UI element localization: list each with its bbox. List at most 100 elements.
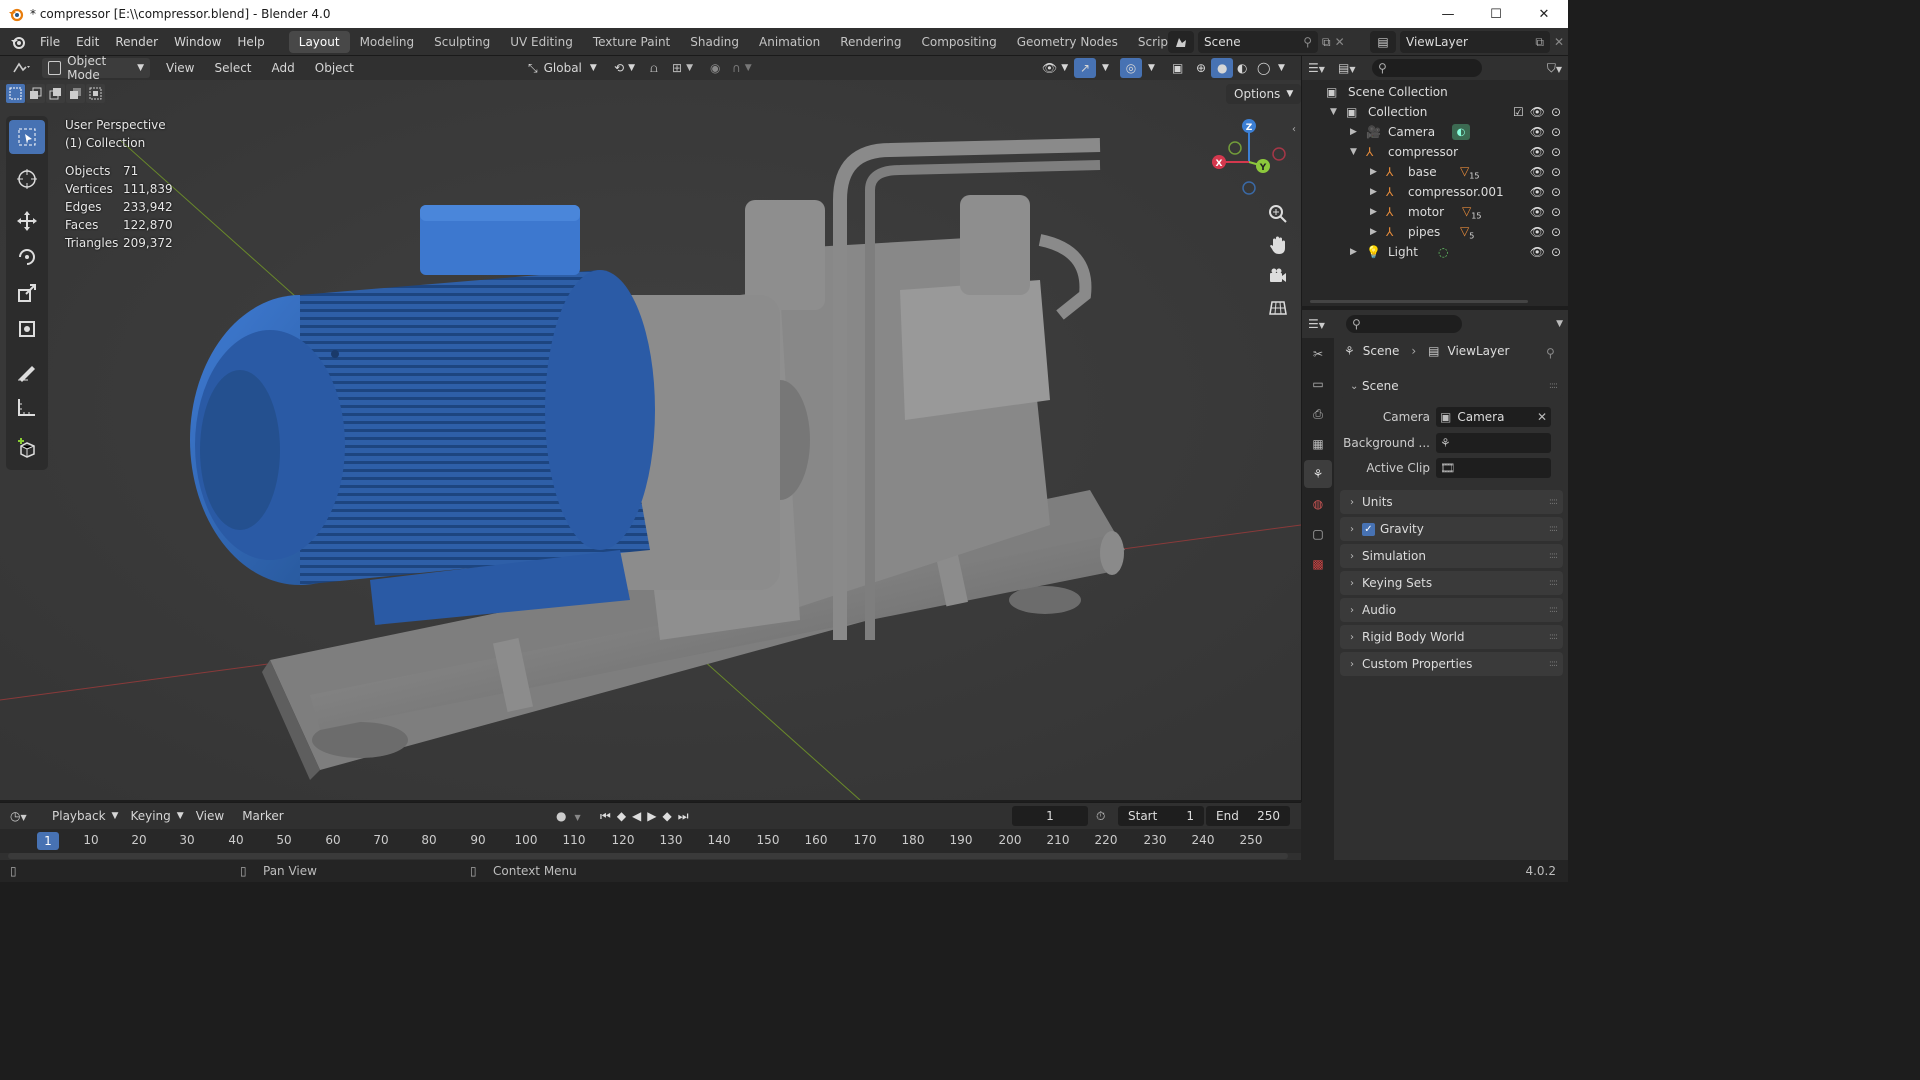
xray-icon[interactable]: ▣ bbox=[1166, 58, 1189, 78]
outliner-row-compressor-001[interactable]: ▶ ⅄ compressor.001 👁 ⊙ bbox=[1302, 182, 1568, 202]
tab-texture-paint[interactable]: Texture Paint bbox=[583, 31, 680, 53]
blender-menu-icon[interactable] bbox=[10, 34, 26, 50]
eye-icon[interactable]: 👁 bbox=[1530, 185, 1545, 199]
filter-icon[interactable]: ⛉▼ bbox=[1547, 61, 1562, 76]
playhead[interactable]: 1 bbox=[37, 832, 59, 850]
expand-arrow-icon[interactable]: ▶ bbox=[1350, 247, 1357, 257]
select-invert-icon[interactable] bbox=[66, 84, 85, 103]
outliner-row-base[interactable]: ▶ ⅄ base ▽15 👁 ⊙ bbox=[1302, 162, 1568, 182]
drag-handle-icon[interactable]: :::: bbox=[1549, 497, 1558, 507]
menu-view[interactable]: View bbox=[160, 58, 200, 78]
eye-icon[interactable]: 👁 bbox=[1530, 245, 1545, 259]
outliner-scrollbar[interactable] bbox=[1310, 300, 1528, 303]
expand-arrow-icon[interactable]: ▼ bbox=[1330, 107, 1337, 117]
render-camera-icon[interactable]: ⊙ bbox=[1551, 185, 1561, 199]
transform-tool-icon[interactable] bbox=[9, 312, 45, 346]
panel-keying-sets[interactable]: › Keying Sets :::: bbox=[1340, 571, 1563, 595]
texture-tab-icon[interactable]: ▩ bbox=[1304, 550, 1332, 578]
transform-orientation-dropdown[interactable]: ⤡ Global ▼ bbox=[522, 58, 603, 78]
expand-arrow-icon[interactable]: ▶ bbox=[1350, 127, 1357, 137]
scale-tool-icon[interactable] bbox=[9, 276, 45, 310]
view-layer-field[interactable]: ViewLayer ⧉ bbox=[1400, 31, 1550, 53]
pan-hand-icon[interactable] bbox=[1264, 231, 1292, 259]
select-new-icon[interactable] bbox=[6, 84, 25, 103]
play-reverse-icon[interactable]: ◀ bbox=[632, 809, 641, 824]
menu-object[interactable]: Object bbox=[309, 58, 360, 78]
clear-icon[interactable]: ✕ bbox=[1537, 410, 1547, 424]
pin-icon[interactable]: ⚲ bbox=[1546, 346, 1555, 360]
object-mode-dropdown[interactable]: Object Mode ▼ bbox=[42, 54, 150, 82]
outliner-row-light[interactable]: ▶ 💡 Light ◌ 👁 ⊙ bbox=[1302, 242, 1568, 262]
select-extend-icon[interactable] bbox=[26, 84, 45, 103]
drag-handle-icon[interactable]: :::: bbox=[1549, 605, 1558, 615]
gizmo-toggle-icon[interactable]: ↗ bbox=[1074, 58, 1096, 78]
camera-view-icon[interactable] bbox=[1264, 262, 1292, 290]
drag-handle-icon[interactable]: :::: bbox=[1549, 524, 1558, 534]
menu-file[interactable]: File bbox=[32, 35, 68, 49]
light-data-icon[interactable]: ◌ bbox=[1438, 245, 1448, 259]
world-tab-icon[interactable]: ◍ bbox=[1304, 490, 1332, 518]
outliner-row-scene-collection[interactable]: ▣ Scene Collection bbox=[1302, 82, 1568, 102]
background-scene-field[interactable]: ⚘ bbox=[1436, 433, 1551, 453]
jump-keyframe-forward-icon[interactable]: ◆ bbox=[663, 809, 672, 824]
playback-menu[interactable]: Playback ▼ bbox=[46, 806, 124, 826]
render-camera-icon[interactable]: ⊙ bbox=[1551, 125, 1561, 139]
tab-layout[interactable]: Layout bbox=[288, 30, 350, 53]
drag-handle-icon[interactable]: :::: bbox=[1549, 551, 1558, 561]
close-button[interactable]: ✕ bbox=[1520, 0, 1568, 28]
wireframe-shading-icon[interactable]: ⊕ bbox=[1190, 58, 1212, 78]
expand-arrow-icon[interactable]: ▼ bbox=[1350, 147, 1357, 157]
overlays-dropdown-icon[interactable]: ▼ bbox=[1142, 58, 1161, 78]
new-view-layer-icon[interactable]: ⧉ bbox=[1535, 35, 1544, 50]
select-subtract-icon[interactable] bbox=[46, 84, 65, 103]
menu-help[interactable]: Help bbox=[229, 35, 272, 49]
outliner-row-compressor[interactable]: ▼ ⅄ compressor 👁 ⊙ bbox=[1302, 142, 1568, 162]
navigation-gizmo[interactable]: Z Y X bbox=[1205, 114, 1295, 204]
delete-view-layer-icon[interactable]: ✕ bbox=[1554, 35, 1564, 49]
editor-type-icon[interactable] bbox=[6, 58, 38, 78]
marker-menu[interactable]: Marker bbox=[236, 806, 289, 826]
tab-compositing[interactable]: Compositing bbox=[911, 31, 1006, 53]
tab-modeling[interactable]: Modeling bbox=[350, 31, 425, 53]
outliner-editor-type-icon[interactable]: ☰▼ bbox=[1308, 61, 1338, 75]
select-intersect-icon[interactable] bbox=[86, 84, 105, 103]
delete-scene-icon[interactable]: ✕ bbox=[1335, 35, 1345, 49]
panel-rigid-body-world[interactable]: › Rigid Body World :::: bbox=[1340, 625, 1563, 649]
render-tab-icon[interactable]: ▭ bbox=[1304, 370, 1332, 398]
view-layer-tab-icon[interactable]: ▦ bbox=[1304, 430, 1332, 458]
timeline-scrollbar[interactable] bbox=[8, 853, 1288, 859]
orthographic-grid-icon[interactable] bbox=[1264, 293, 1292, 321]
active-clip-field[interactable]: 🎞 bbox=[1436, 458, 1551, 478]
eye-icon[interactable]: 👁 bbox=[1530, 225, 1545, 239]
end-frame-field[interactable]: End 250 bbox=[1206, 806, 1290, 826]
eye-icon[interactable]: 👁 bbox=[1530, 205, 1545, 219]
move-tool-icon[interactable] bbox=[9, 204, 45, 238]
tab-sculpting[interactable]: Sculpting bbox=[424, 31, 500, 53]
rotate-tool-icon[interactable] bbox=[9, 240, 45, 274]
view-layer-icon[interactable]: ▤ bbox=[1370, 31, 1396, 53]
render-camera-icon[interactable]: ⊙ bbox=[1551, 225, 1561, 239]
outliner-row-pipes[interactable]: ▶ ⅄ pipes ▽5 👁 ⊙ bbox=[1302, 222, 1568, 242]
panel-scene-header[interactable]: ⌄ Scene :::: bbox=[1340, 374, 1563, 398]
frame-ruler[interactable]: 1 10 20 30 40 50 60 70 80 90 100 110 120… bbox=[0, 829, 1301, 853]
panel-custom-properties[interactable]: › Custom Properties :::: bbox=[1340, 652, 1563, 676]
menu-window[interactable]: Window bbox=[166, 35, 229, 49]
expand-arrow-icon[interactable]: ▶ bbox=[1370, 167, 1377, 177]
overlays-toggle-icon[interactable]: ◎ bbox=[1120, 58, 1142, 78]
add-cube-tool-icon[interactable] bbox=[9, 432, 45, 466]
minimize-button[interactable]: — bbox=[1424, 0, 1472, 28]
render-camera-icon[interactable]: ⊙ bbox=[1551, 205, 1561, 219]
preview-range-icon[interactable]: ⏱ bbox=[1096, 809, 1105, 824]
eye-icon[interactable]: 👁 bbox=[1530, 125, 1545, 139]
tab-geometry-nodes[interactable]: Geometry Nodes bbox=[1007, 31, 1128, 53]
render-camera-icon[interactable]: ⊙ bbox=[1551, 165, 1561, 179]
camera-field[interactable]: ▣ Camera ✕ bbox=[1436, 407, 1551, 427]
include-checkbox-icon[interactable]: ☑ bbox=[1513, 105, 1524, 119]
3d-viewport[interactable]: User Perspective (1) Collection Objects 7… bbox=[0, 80, 1301, 800]
panel-simulation[interactable]: › Simulation :::: bbox=[1340, 544, 1563, 568]
eye-icon[interactable]: 👁 bbox=[1530, 105, 1545, 119]
outliner-row-camera[interactable]: ▶ 🎥 Camera ◐ 👁 ⊙ bbox=[1302, 122, 1568, 142]
drag-handle-icon[interactable]: :::: bbox=[1549, 659, 1558, 669]
scene-selector-icon[interactable] bbox=[1168, 31, 1194, 53]
tab-shading[interactable]: Shading bbox=[680, 31, 749, 53]
